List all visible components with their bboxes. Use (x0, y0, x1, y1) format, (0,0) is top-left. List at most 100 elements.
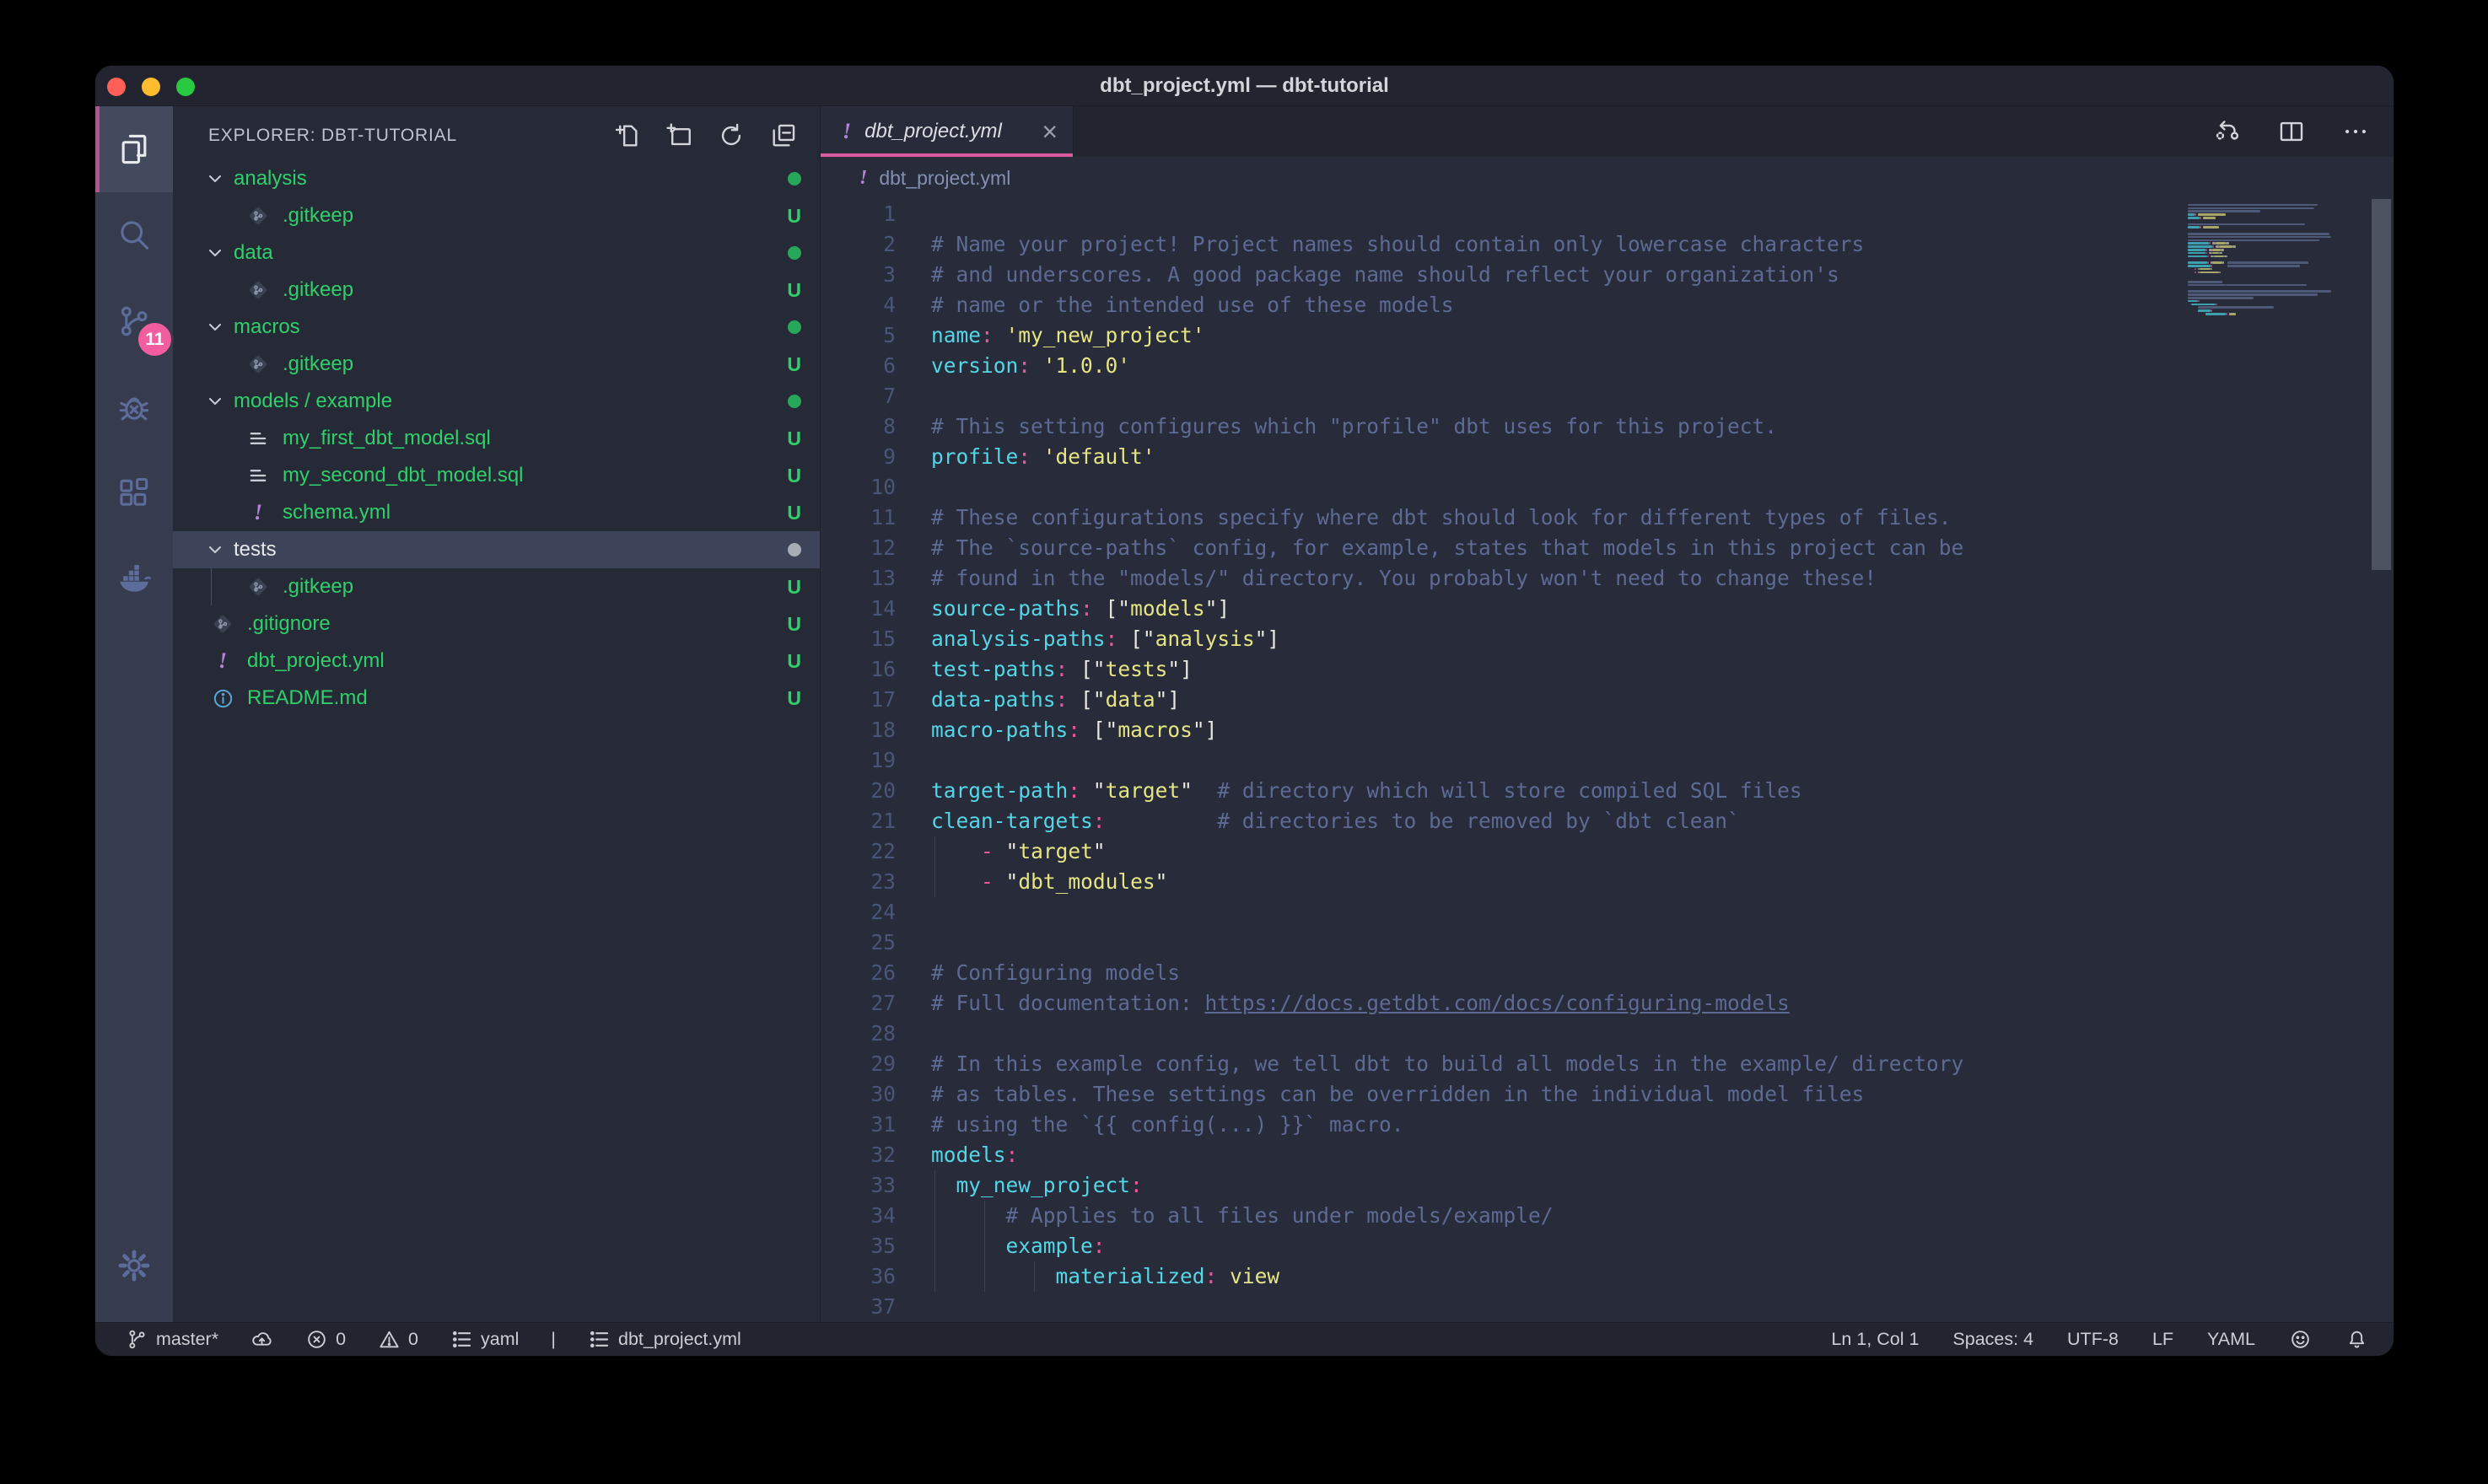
code-line[interactable]: models: (931, 1140, 1963, 1170)
chevron-down-icon[interactable] (205, 243, 225, 263)
code-line[interactable]: clean-targets: # directories to be remov… (931, 806, 1963, 836)
code-line[interactable]: analysis-paths: ["analysis"] (931, 624, 1963, 654)
tree-folder-data[interactable]: data (173, 234, 820, 272)
minimize-window-button[interactable] (142, 78, 160, 96)
close-window-button[interactable] (107, 78, 126, 96)
code-line[interactable]: # name or the intended use of these mode… (931, 290, 1963, 320)
activity-item-extensions[interactable] (95, 450, 173, 536)
code-line[interactable]: name: 'my_new_project' (931, 320, 1963, 351)
chevron-down-icon[interactable] (205, 391, 225, 411)
tab-dbt-project-yml[interactable]: ! dbt_project.yml × (821, 106, 1074, 157)
split-editor-button[interactable] (2277, 117, 2306, 146)
code-line[interactable]: target-path: "target" # directory which … (931, 776, 1963, 806)
tree-file-dbt-project.yml[interactable]: !dbt_project.ymlU (173, 643, 820, 680)
title-bar: dbt_project.yml — dbt-tutorial (95, 66, 2394, 106)
tree-file-my-first-dbt-model.sql[interactable]: my_first_dbt_model.sqlU (173, 420, 820, 457)
status-outline-file[interactable]: dbt_project.yml (588, 1328, 741, 1351)
zoom-window-button[interactable] (176, 78, 195, 96)
code-line[interactable]: # This setting configures which "profile… (931, 411, 1963, 442)
status-encoding[interactable]: UTF-8 (2067, 1329, 2119, 1350)
scrollbar-thumb[interactable] (2372, 199, 2391, 570)
code-token: materialized (1056, 1264, 1205, 1288)
code-line[interactable]: # In this example config, we tell dbt to… (931, 1049, 1963, 1079)
code-line[interactable]: # The `source-paths` config, for example… (931, 533, 1963, 563)
new-folder-button[interactable] (665, 121, 693, 150)
code-line[interactable]: # found in the "models/" directory. You … (931, 563, 1963, 594)
tree-folder-analysis[interactable]: analysis (173, 160, 820, 197)
status-errors[interactable]: 0 (305, 1328, 346, 1351)
tree-file-.gitkeep[interactable]: .gitkeepU (173, 346, 820, 383)
code-line[interactable]: profile: 'default' (931, 442, 1963, 472)
code-line[interactable]: example: (931, 1231, 1963, 1261)
tree-file-.gitignore[interactable]: .gitignoreU (173, 605, 820, 643)
tree-folder-tests[interactable]: tests (173, 531, 820, 568)
tree-file-.gitkeep[interactable]: .gitkeepU (173, 568, 820, 605)
code-line[interactable]: # Name your project! Project names shoul… (931, 229, 1963, 260)
code-line[interactable]: data-paths: ["data"] (931, 685, 1963, 715)
code-line[interactable]: # as tables. These settings can be overr… (931, 1079, 1963, 1110)
code-line[interactable]: # Full documentation: https://docs.getdb… (931, 988, 1963, 1019)
status-eol[interactable]: LF (2152, 1329, 2173, 1350)
new-file-button[interactable] (612, 121, 641, 150)
status-cursor-position[interactable]: Ln 1, Col 1 (1831, 1329, 1919, 1350)
breadcrumb[interactable]: ! dbt_project.yml (821, 157, 2394, 199)
code-line[interactable]: materialized: view (931, 1261, 1963, 1292)
sql-icon (245, 427, 271, 450)
code-line[interactable] (931, 472, 1963, 503)
code-line[interactable]: # These configurations specify where dbt… (931, 503, 1963, 533)
code-line[interactable]: test-paths: ["tests"] (931, 654, 1963, 685)
code-editor[interactable]: 1234567891011121314151617181920212223242… (821, 199, 2394, 1322)
tree-file-.gitkeep[interactable]: .gitkeepU (173, 197, 820, 234)
status-outline-language[interactable]: yaml (450, 1328, 519, 1351)
tree-item-label: .gitkeep (283, 352, 353, 376)
tree-file-my-second-dbt-model.sql[interactable]: my_second_dbt_model.sqlU (173, 457, 820, 494)
status-git-branch[interactable]: master* (126, 1328, 218, 1351)
code-line[interactable]: # Applies to all files under models/exam… (931, 1201, 1963, 1231)
chevron-down-icon[interactable] (205, 169, 225, 189)
status-warnings[interactable]: 0 (378, 1328, 418, 1351)
close-tab-icon[interactable]: × (1042, 118, 1058, 145)
tree-file-README.md[interactable]: README.mdU (173, 680, 820, 717)
code-line[interactable]: # using the `{{ config(...) }}` macro. (931, 1110, 1963, 1140)
tree-folder-models-example[interactable]: models / example (173, 383, 820, 420)
more-actions-button[interactable] (2341, 117, 2370, 146)
code-line[interactable]: version: '1.0.0' (931, 351, 1963, 381)
collapse-all-button[interactable] (769, 121, 798, 150)
activity-item-source-control[interactable]: 11 (95, 278, 173, 364)
tree-file-.gitkeep[interactable]: .gitkeepU (173, 272, 820, 309)
activity-item-search[interactable] (95, 192, 173, 278)
status-notifications[interactable] (2345, 1328, 2368, 1351)
status-publish[interactable] (250, 1328, 273, 1351)
code-line[interactable]: - "target" (931, 836, 1963, 867)
code-line[interactable]: - "dbt_modules" (931, 867, 1963, 897)
code-line[interactable] (931, 1019, 1963, 1049)
chevron-down-icon[interactable] (205, 317, 225, 337)
status-indentation[interactable]: Spaces: 4 (1952, 1329, 2033, 1350)
code-line[interactable]: # and underscores. A good package name s… (931, 260, 1963, 290)
code-line[interactable]: source-paths: ["models"] (931, 594, 1963, 624)
status-outline-language-label: yaml (481, 1329, 519, 1350)
code-line[interactable] (931, 381, 1963, 411)
open-changes-button[interactable] (2213, 117, 2242, 146)
tree-folder-macros[interactable]: macros (173, 309, 820, 346)
activity-item-docker[interactable] (95, 536, 173, 622)
code-line[interactable] (931, 745, 1963, 776)
doc-link[interactable]: https://docs.getdbt.com/docs/configuring… (1205, 991, 1790, 1015)
activity-item-explorer[interactable] (95, 106, 173, 192)
activity-item-run-and-debug[interactable] (95, 364, 173, 450)
activity-item-settings[interactable] (95, 1223, 173, 1309)
tree-file-schema.yml[interactable]: !schema.ymlU (173, 494, 820, 531)
code-line[interactable] (931, 928, 1963, 958)
code-line[interactable] (931, 897, 1963, 928)
status-language-mode[interactable]: YAML (2207, 1329, 2255, 1350)
code-line[interactable]: macro-paths: ["macros"] (931, 715, 1963, 745)
code-token: " (1006, 839, 1019, 863)
code-line[interactable]: my_new_project: (931, 1170, 1963, 1201)
minimap[interactable] (2188, 201, 2336, 327)
refresh-button[interactable] (717, 121, 746, 150)
code-line[interactable] (931, 199, 1963, 229)
status-feedback[interactable] (2289, 1328, 2312, 1351)
code-line[interactable]: # Configuring models (931, 958, 1963, 988)
code-line[interactable] (931, 1292, 1963, 1322)
chevron-down-icon[interactable] (205, 540, 225, 560)
